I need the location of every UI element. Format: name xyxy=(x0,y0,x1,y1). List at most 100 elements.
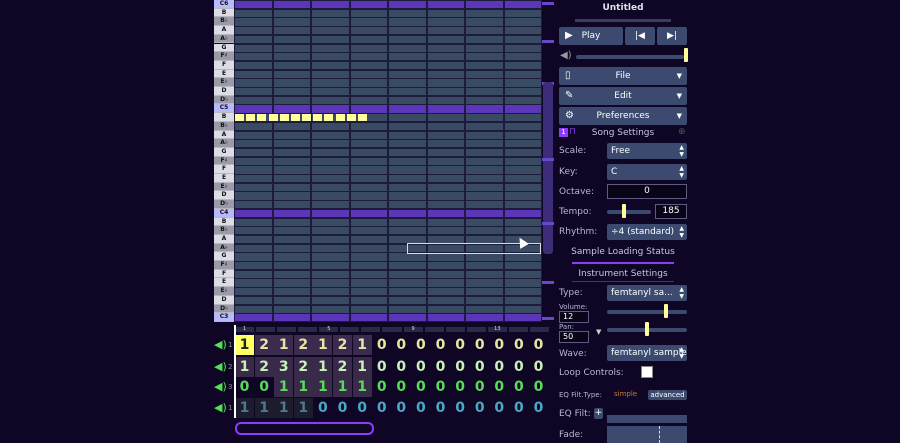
crosshair-icon[interactable]: ⊕ xyxy=(678,127,686,137)
grid-cell[interactable] xyxy=(312,270,349,278)
grid-cell[interactable] xyxy=(350,166,387,174)
pattern-cell[interactable]: 0 xyxy=(490,398,509,418)
grid-cell[interactable] xyxy=(350,9,387,17)
grid-cell[interactable] xyxy=(273,227,310,235)
grid-cell[interactable] xyxy=(466,44,503,52)
pattern-cell[interactable]: 0 xyxy=(411,335,430,355)
grid-cell[interactable] xyxy=(466,27,503,35)
grid-cell[interactable] xyxy=(504,44,541,52)
pattern-cell[interactable]: 1 xyxy=(274,377,294,397)
note[interactable] xyxy=(268,114,278,122)
grid-cell[interactable] xyxy=(312,157,349,165)
grid-cell[interactable] xyxy=(235,18,272,26)
piano-key[interactable]: E xyxy=(214,174,234,183)
grid-cell[interactable] xyxy=(466,148,503,157)
grid-cell[interactable] xyxy=(350,105,387,113)
pattern-cell[interactable]: 1 xyxy=(235,357,254,377)
grid-cell[interactable] xyxy=(273,253,310,261)
grid-row[interactable] xyxy=(234,35,542,44)
grid-row[interactable] xyxy=(234,313,542,322)
grid-cell[interactable] xyxy=(273,235,310,244)
grid-cell[interactable] xyxy=(466,253,503,261)
note[interactable] xyxy=(257,114,267,122)
grid-row[interactable] xyxy=(234,305,542,314)
grid-row[interactable] xyxy=(234,131,542,140)
grid-cell[interactable] xyxy=(350,227,387,235)
grid-cell[interactable] xyxy=(427,192,464,200)
grid-row[interactable] xyxy=(234,209,542,218)
grid-cell[interactable] xyxy=(350,18,387,26)
grid-cell[interactable] xyxy=(235,122,272,131)
grid-cell[interactable] xyxy=(312,35,349,43)
file-menu[interactable]: ▯ File ▼ xyxy=(559,67,687,85)
grid-cell[interactable] xyxy=(427,253,464,261)
grid-row[interactable] xyxy=(234,61,542,70)
ruler-tick[interactable] xyxy=(466,327,486,332)
pattern-cell[interactable]: 0 xyxy=(353,398,372,418)
grid-cell[interactable] xyxy=(350,183,387,191)
grid-cell[interactable] xyxy=(427,157,464,165)
pattern-cell[interactable]: 1 xyxy=(313,335,333,355)
pattern-cell[interactable]: 0 xyxy=(470,357,489,377)
grid-cell[interactable] xyxy=(312,53,349,61)
grid-cell[interactable] xyxy=(504,288,541,296)
pattern-cell[interactable]: 0 xyxy=(255,377,274,397)
channel-row[interactable]: ◀) 2 1 2 3 2 1 2 1 0 0 0 0 0 0 0 0 0 xyxy=(210,357,560,377)
grid-cell[interactable] xyxy=(427,18,464,26)
pattern-cell[interactable]: 0 xyxy=(470,398,489,418)
grid-cell[interactable] xyxy=(312,279,349,287)
grid-cell[interactable] xyxy=(273,244,310,252)
grid-cell[interactable] xyxy=(504,27,541,35)
grid-cell[interactable] xyxy=(504,192,541,200)
grid-row[interactable] xyxy=(234,226,542,235)
grid-cell[interactable] xyxy=(235,227,272,235)
grid-cell[interactable] xyxy=(389,288,426,296)
grid-cell[interactable] xyxy=(350,61,387,70)
grid-cell[interactable] xyxy=(273,9,310,17)
piano-key[interactable]: F♯ xyxy=(214,156,234,166)
grid-row[interactable] xyxy=(234,17,542,26)
octave-scrollbar[interactable] xyxy=(543,82,553,254)
grid-cell[interactable] xyxy=(504,131,541,139)
grid-cell[interactable] xyxy=(504,61,541,70)
piano-key[interactable]: F xyxy=(214,165,234,175)
grid-cell[interactable] xyxy=(466,35,503,43)
grid-cell[interactable] xyxy=(273,314,310,322)
grid-row[interactable] xyxy=(234,9,542,18)
grid-cell[interactable] xyxy=(389,1,426,9)
grid-cell[interactable] xyxy=(504,227,541,235)
grid-cell[interactable] xyxy=(466,279,503,287)
channel-row[interactable]: ◀) 1 1 1 1 1 0 0 0 0 0 0 0 0 0 0 0 0 xyxy=(210,398,560,418)
grid-row[interactable] xyxy=(234,174,542,183)
grid-cell[interactable] xyxy=(427,314,464,322)
grid-cell[interactable] xyxy=(350,192,387,200)
pattern-cell[interactable]: 0 xyxy=(529,335,548,355)
grid-cell[interactable] xyxy=(312,79,349,87)
pattern-cell[interactable]: 0 xyxy=(451,335,470,355)
grid-cell[interactable] xyxy=(273,88,310,96)
grid-cell[interactable] xyxy=(312,183,349,191)
grid-cell[interactable] xyxy=(235,235,272,244)
grid-cell[interactable] xyxy=(427,279,464,287)
grid-cell[interactable] xyxy=(466,314,503,322)
pattern-cell[interactable]: 0 xyxy=(392,398,411,418)
pattern-cell[interactable]: 0 xyxy=(490,377,509,397)
grid-cell[interactable] xyxy=(235,148,272,157)
grid-cell[interactable] xyxy=(350,148,387,157)
note-grid[interactable] xyxy=(234,0,542,322)
grid-cell[interactable] xyxy=(312,262,349,270)
speaker-icon[interactable]: ◀) xyxy=(214,402,228,414)
grid-cell[interactable] xyxy=(235,183,272,191)
grid-cell[interactable] xyxy=(312,61,349,70)
bar-ruler[interactable]: 1 5 9 13 xyxy=(234,327,550,333)
pattern-cell[interactable]: 0 xyxy=(509,398,528,418)
grid-cell[interactable] xyxy=(350,88,387,96)
pattern-cell[interactable]: 1 xyxy=(352,357,372,377)
grid-cell[interactable] xyxy=(427,227,464,235)
grid-cell[interactable] xyxy=(235,314,272,322)
piano-key[interactable]: G xyxy=(214,147,234,157)
grid-cell[interactable] xyxy=(466,201,503,209)
wave-select[interactable]: femtanyl sample ▲ ▼ xyxy=(607,345,687,361)
grid-cell[interactable] xyxy=(389,296,426,305)
grid-cell[interactable] xyxy=(427,44,464,52)
